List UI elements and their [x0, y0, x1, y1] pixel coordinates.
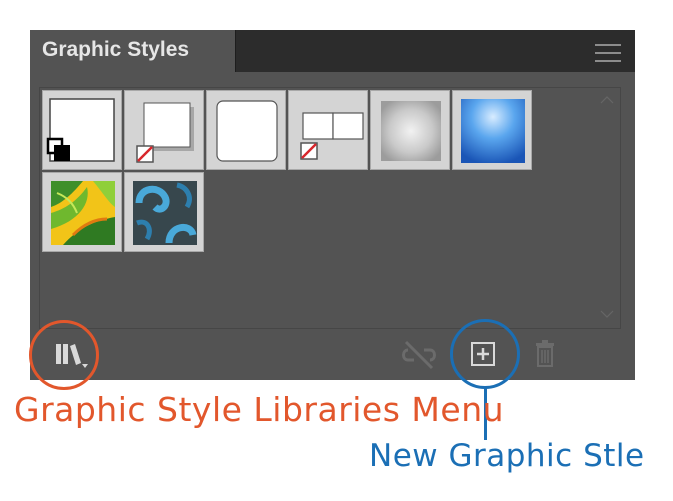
tab-graphic-styles[interactable]: Graphic Styles — [30, 30, 236, 72]
rounded-square-swatch[interactable] — [206, 90, 286, 170]
hamburger-menu-icon[interactable] — [595, 44, 621, 62]
scroll-down-icon[interactable] — [600, 310, 614, 318]
default-style-swatch[interactable] — [42, 90, 122, 170]
trash-icon[interactable] — [530, 338, 560, 370]
green-yellow-texture-swatch[interactable] — [42, 172, 122, 252]
panel-body — [30, 72, 635, 380]
new-style-annotation-label: New Graphic Stle — [369, 438, 645, 474]
graphic-styles-panel: Graphic Styles — [30, 30, 635, 380]
swatch-grid — [39, 87, 621, 329]
break-link-icon[interactable] — [400, 338, 438, 370]
blue-gradient-swatch[interactable] — [452, 90, 532, 170]
panel-title: Graphic Styles — [42, 38, 190, 61]
new-style-callout-circle — [450, 319, 520, 389]
gray-bevel-swatch[interactable] — [370, 90, 450, 170]
libraries-callout-circle — [29, 320, 99, 390]
scroll-up-icon[interactable] — [600, 96, 614, 104]
double-box-swatch[interactable] — [288, 90, 368, 170]
panel-bottom-toolbar — [30, 330, 635, 380]
shadow-square-swatch[interactable] — [124, 90, 204, 170]
blue-swirl-texture-swatch[interactable] — [124, 172, 204, 252]
panel-tab-bar: Graphic Styles — [30, 30, 635, 72]
screenshot-root: Graphic Styles Graphic Style Libraries M… — [0, 0, 673, 501]
libraries-annotation-label: Graphic Style Libraries Menu — [14, 390, 505, 429]
